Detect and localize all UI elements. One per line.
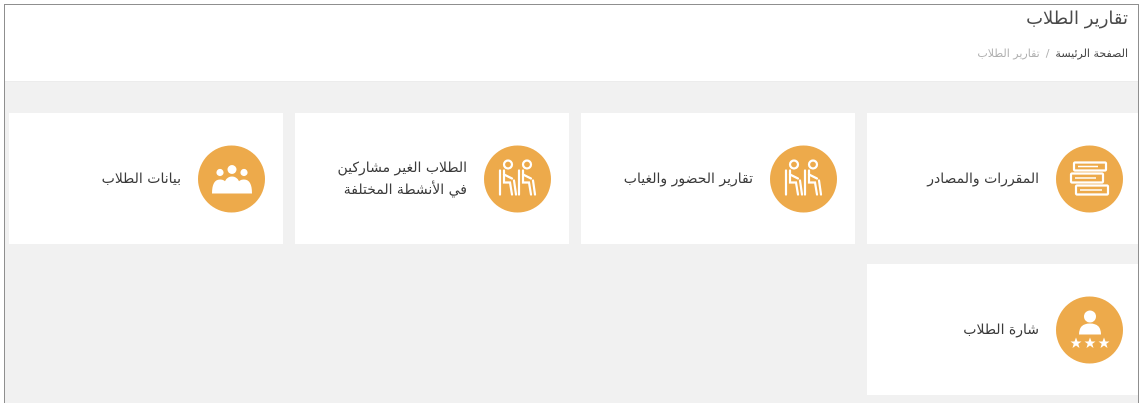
card-label: بيانات الطلاب	[101, 170, 181, 187]
card-label: الطلاب الغير مشاركين في الأنشطة المختلفة	[338, 157, 468, 201]
page-header: تقارير الطلاب الصفحة الرئيسة / تقارير ال…	[5, 5, 1138, 82]
card-label: المقررات والمصادر	[927, 170, 1039, 187]
books-icon	[1056, 145, 1123, 212]
classroom-icon	[484, 145, 551, 212]
card-attendance-reports[interactable]: تقارير الحضور والغياب	[581, 113, 855, 244]
breadcrumb-home-link[interactable]: الصفحة الرئيسة	[1055, 47, 1128, 60]
group-icon	[198, 145, 265, 212]
card-student-data[interactable]: بيانات الطلاب	[9, 113, 283, 244]
page-title: تقارير الطلاب	[1026, 8, 1128, 29]
card-label-line-1: الطلاب الغير مشاركين	[337, 159, 468, 176]
card-inactive-students[interactable]: الطلاب الغير مشاركين في الأنشطة المختلفة	[295, 113, 569, 244]
classroom-icon	[770, 145, 837, 212]
card-label: شارة الطلاب	[963, 321, 1039, 338]
card-label-line-2: في الأنشطة المختلفة	[343, 181, 467, 198]
card-student-badge[interactable]: شارة الطلاب	[867, 264, 1138, 395]
card-label: تقارير الحضور والغياب	[623, 170, 753, 187]
breadcrumb: الصفحة الرئيسة / تقارير الطلاب	[977, 47, 1128, 60]
card-courses-resources[interactable]: المقررات والمصادر	[867, 113, 1138, 244]
student-badge-icon	[1056, 296, 1123, 363]
breadcrumb-current: تقارير الطلاب	[977, 47, 1040, 60]
breadcrumb-separator: /	[1045, 47, 1050, 60]
report-page: تقارير الطلاب الصفحة الرئيسة / تقارير ال…	[4, 4, 1139, 403]
